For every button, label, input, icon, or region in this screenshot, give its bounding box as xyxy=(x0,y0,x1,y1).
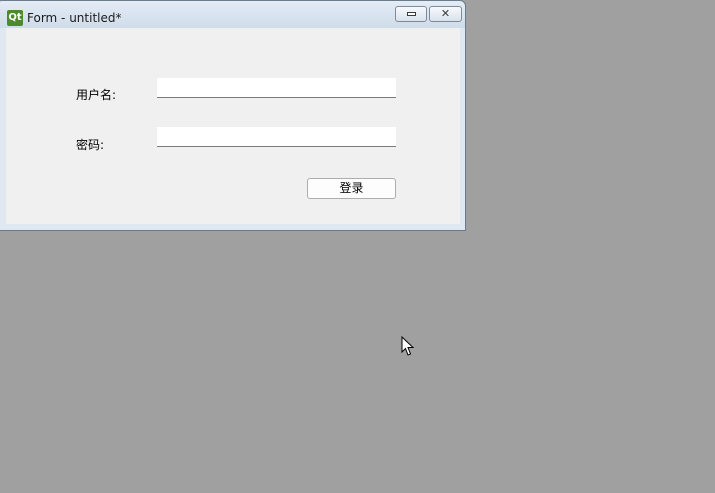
minimize-icon xyxy=(407,12,416,16)
qt-logo-icon: Qt xyxy=(7,10,23,26)
title-bar[interactable]: Qt Form - untitled* ✕ xyxy=(0,1,465,28)
window-title: Form - untitled* xyxy=(27,11,122,25)
password-label: 密码: xyxy=(76,138,105,152)
form-window: Qt Form - untitled* ✕ 用户名: 密码: 登录 xyxy=(0,0,466,231)
mouse-cursor-icon xyxy=(401,336,415,356)
close-icon: ✕ xyxy=(440,7,451,20)
form-client-area: 用户名: 密码: 登录 xyxy=(6,28,460,224)
login-button[interactable]: 登录 xyxy=(307,178,396,199)
password-input[interactable] xyxy=(157,127,396,147)
username-label: 用户名: xyxy=(76,88,117,102)
minimize-button[interactable] xyxy=(395,6,427,22)
username-input[interactable] xyxy=(157,78,396,98)
close-button[interactable]: ✕ xyxy=(429,6,462,22)
